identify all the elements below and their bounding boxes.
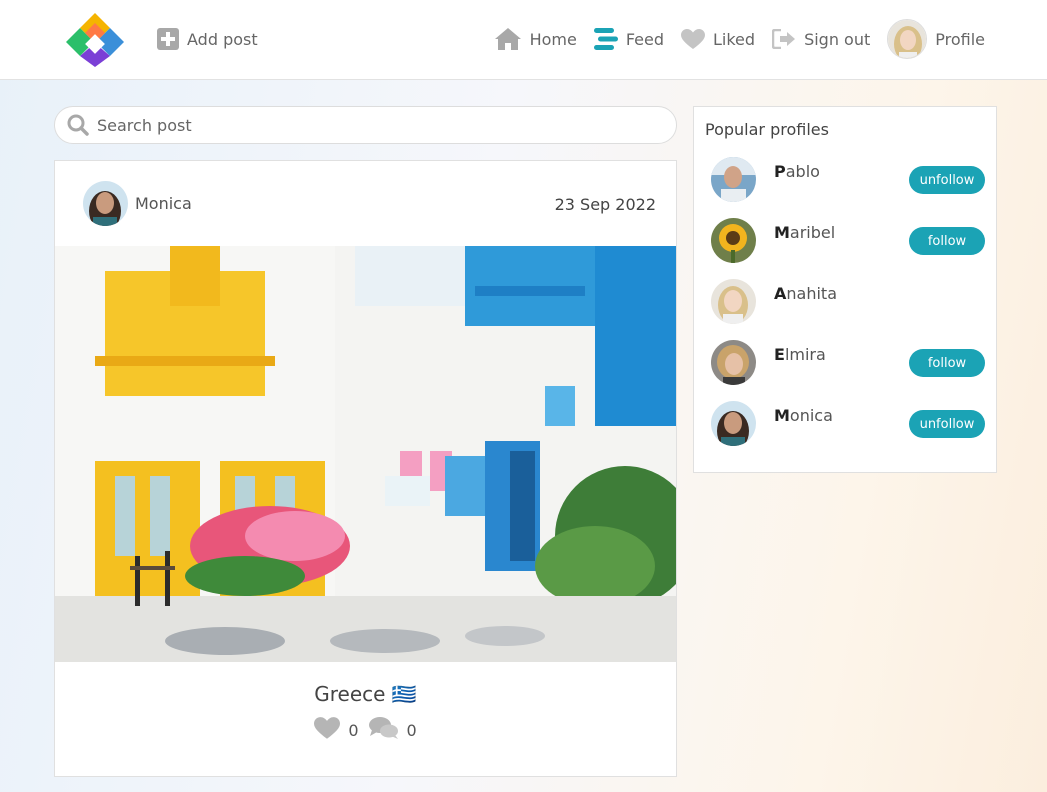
- unfollow-button[interactable]: unfollow: [909, 166, 985, 194]
- author-avatar: [83, 181, 128, 226]
- nav-profile[interactable]: Profile: [887, 19, 985, 59]
- popular-profiles-title: Popular profiles: [705, 120, 829, 139]
- search-icon: [67, 114, 89, 136]
- profile-avatar[interactable]: [711, 401, 756, 446]
- profile-name[interactable]: Maribel: [774, 223, 835, 242]
- profile-row: Maribel follow: [711, 218, 986, 264]
- post-image[interactable]: [55, 246, 676, 662]
- add-post-button[interactable]: Add post: [157, 26, 258, 52]
- post-title: Greece 🇬🇷: [314, 682, 417, 706]
- post-author[interactable]: Monica: [83, 181, 192, 226]
- comment-count: 0: [406, 721, 417, 740]
- sign-out-icon: [772, 29, 796, 49]
- author-name: Monica: [135, 194, 192, 213]
- profile-name[interactable]: Pablo: [774, 162, 820, 181]
- heart-icon: [314, 716, 341, 739]
- post-card: Monica 23 Sep 2022 Greece 🇬🇷 0 0: [54, 160, 677, 777]
- home-icon: [494, 28, 521, 50]
- nav-feed-label: Feed: [625, 29, 664, 49]
- post-date: 23 Sep 2022: [554, 195, 656, 214]
- nav-profile-label: Profile: [935, 29, 985, 49]
- profile-name[interactable]: Monica: [774, 406, 833, 425]
- profile-name[interactable]: Anahita: [774, 284, 837, 303]
- profile-name[interactable]: Elmira: [774, 345, 826, 364]
- popular-profiles-panel: Popular profiles Pablo unfollow Maribel …: [693, 106, 997, 473]
- profile-row: Pablo unfollow: [711, 157, 986, 203]
- search-bar: [54, 106, 677, 144]
- nav-sign-out-label: Sign out: [804, 29, 871, 49]
- unfollow-button[interactable]: unfollow: [909, 410, 985, 438]
- profile-avatar[interactable]: [711, 157, 756, 202]
- nav-feed[interactable]: Feed: [593, 28, 664, 50]
- search-input[interactable]: [97, 115, 657, 135]
- profile-avatar[interactable]: [711, 218, 756, 263]
- like-button[interactable]: 0: [314, 716, 359, 740]
- profile-row: Elmira follow: [711, 340, 986, 386]
- heart-icon: [681, 28, 705, 49]
- follow-button[interactable]: follow: [909, 227, 985, 255]
- nav-liked-label: Liked: [713, 29, 756, 49]
- main-nav: Home Feed Liked Sign out Profile: [494, 18, 985, 60]
- comments-icon: [368, 717, 398, 739]
- profile-avatar[interactable]: [711, 340, 756, 385]
- nav-sign-out[interactable]: Sign out: [772, 29, 870, 49]
- add-post-label: Add post: [187, 29, 258, 49]
- profile-avatar[interactable]: [711, 279, 756, 324]
- feed-icon: [593, 28, 618, 50]
- like-count: 0: [348, 720, 359, 740]
- user-avatar: [887, 19, 928, 59]
- comment-button[interactable]: 0: [368, 716, 417, 740]
- app-logo[interactable]: [60, 11, 130, 69]
- post-stats: 0 0: [55, 716, 676, 740]
- plus-square-icon: [157, 28, 179, 50]
- top-nav-bar: Add post Home Feed Liked Sign out Profil…: [0, 0, 1047, 80]
- follow-button[interactable]: follow: [909, 349, 985, 377]
- nav-home-label: Home: [529, 29, 577, 49]
- nav-liked[interactable]: Liked: [681, 28, 756, 50]
- profile-row: Anahita: [711, 279, 986, 325]
- profile-row: Monica unfollow: [711, 401, 986, 447]
- nav-home[interactable]: Home: [494, 27, 577, 51]
